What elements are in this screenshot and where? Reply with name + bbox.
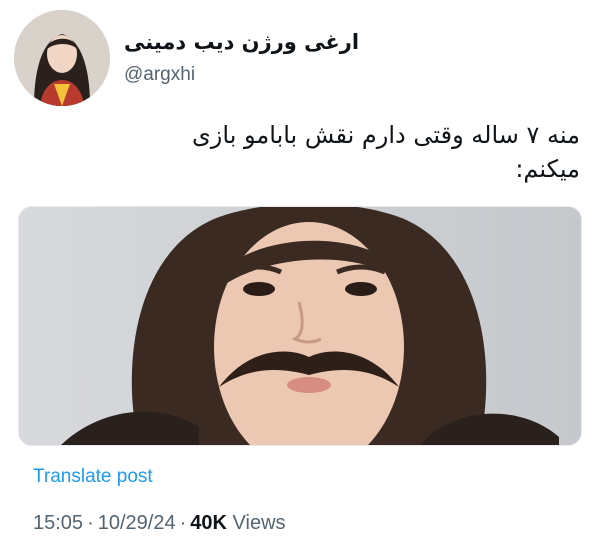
post-text-line-2: میکنم: xyxy=(515,155,580,183)
post-media-image[interactable] xyxy=(18,206,582,446)
author-names: ارغی ورژن دیب دمینی @argxhi xyxy=(124,28,586,86)
display-name[interactable]: ارغی ورژن دیب دمینی xyxy=(124,28,359,56)
translate-post-link[interactable]: Translate post xyxy=(33,466,153,488)
meta-separator: · xyxy=(87,512,94,534)
avatar[interactable] xyxy=(14,10,110,106)
avatar-image xyxy=(14,10,110,106)
views-label: Views xyxy=(232,512,286,534)
post-text: منه ۷ ساله وقتی دارم نقش بابامو بازی میک… xyxy=(20,118,580,186)
post-date[interactable]: 10/29/24 xyxy=(98,512,176,534)
photo-illustration xyxy=(19,207,581,445)
views-count: 40K xyxy=(190,512,227,534)
post-meta: 15:05 · 10/29/24 · 40K Views xyxy=(33,512,286,535)
meta-separator: · xyxy=(179,512,187,534)
post-header: ارغی ورژن دیب دمینی @argxhi xyxy=(14,10,586,106)
post-text-line-1: منه ۷ ساله وقتی دارم نقش بابامو بازی xyxy=(192,121,580,149)
post-time[interactable]: 15:05 xyxy=(33,512,83,534)
user-handle[interactable]: @argxhi xyxy=(124,64,586,86)
